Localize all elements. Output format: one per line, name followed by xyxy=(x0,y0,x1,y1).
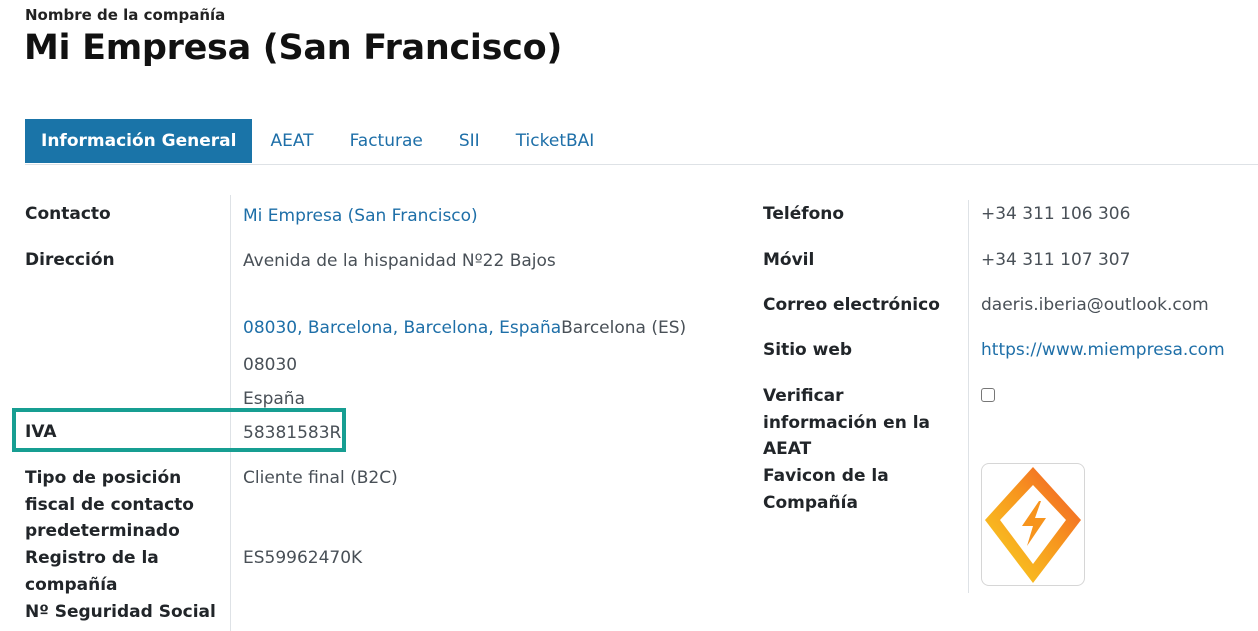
fiscal-position-value[interactable]: Cliente final (B2C) xyxy=(243,465,398,491)
verificar-aeat-label: Verificar información en la AEAT xyxy=(763,383,930,463)
direccion-city-link[interactable]: 08030, Barcelona, Barcelona, España xyxy=(243,318,561,338)
tab-bar: Información General AEAT Facturae SII Ti… xyxy=(25,119,612,163)
tab-ticketbai[interactable]: TicketBAI xyxy=(498,119,613,163)
verificar-aeat-label-line: AEAT xyxy=(763,439,812,459)
lightning-bolt-icon xyxy=(985,467,1081,583)
seguridad-social-label: Nº Seguridad Social xyxy=(25,602,216,622)
verificar-aeat-label-line: Verificar xyxy=(763,386,844,406)
favicon-image[interactable] xyxy=(981,463,1085,586)
favicon-label: Favicon de la Compañía xyxy=(763,463,889,516)
telefono-label: Teléfono xyxy=(763,204,845,224)
sitio-web-link[interactable]: https://www.miempresa.com xyxy=(981,337,1225,363)
registro-label-line: compañía xyxy=(25,574,118,595)
direccion-city-line: 08030, Barcelona, Barcelona, EspañaBarce… xyxy=(243,315,686,341)
tab-divider xyxy=(25,164,1258,165)
company-name-label: Nombre de la compañía xyxy=(25,6,226,24)
direccion-city-state[interactable]: Barcelona (ES) xyxy=(561,318,686,338)
tab-informacion-general[interactable]: Información General xyxy=(25,119,253,163)
verificar-aeat-checkbox[interactable] xyxy=(981,388,995,402)
movil-value[interactable]: +34 311 107 307 xyxy=(981,247,1130,273)
direccion-zip[interactable]: 08030 xyxy=(243,352,297,378)
sitio-web-label: Sitio web xyxy=(763,340,853,360)
telefono-value[interactable]: +34 311 106 306 xyxy=(981,201,1130,227)
contacto-label: Contacto xyxy=(25,204,111,224)
favicon-label-line: Compañía xyxy=(763,492,858,513)
fiscal-position-label: Tipo de posición fiscal de contacto pred… xyxy=(25,465,194,545)
right-column-divider xyxy=(968,200,969,593)
direccion-label: Dirección xyxy=(25,250,115,270)
tab-aeat[interactable]: AEAT xyxy=(252,119,331,163)
correo-value[interactable]: daeris.iberia@outlook.com xyxy=(981,292,1209,318)
fiscal-position-label-line: Tipo de posición xyxy=(25,468,182,488)
fiscal-position-label-line: predeterminado xyxy=(25,521,180,541)
contacto-link[interactable]: Mi Empresa (San Francisco) xyxy=(243,203,478,229)
company-name[interactable]: Mi Empresa (San Francisco) xyxy=(24,28,562,68)
registro-label-line: Registro de la xyxy=(25,548,159,568)
correo-label: Correo electrónico xyxy=(763,295,940,315)
verificar-aeat-label-line: información en la xyxy=(763,412,931,433)
direccion-street[interactable]: Avenida de la hispanidad Nº22 Bajos xyxy=(243,248,556,274)
tab-facturae[interactable]: Facturae xyxy=(332,119,441,163)
registro-label: Registro de la compañía xyxy=(25,545,159,598)
fiscal-position-label-line: fiscal de contacto xyxy=(25,494,194,515)
favicon-label-line: Favicon de la xyxy=(763,466,889,486)
iva-highlight-box xyxy=(12,408,346,452)
movil-label: Móvil xyxy=(763,250,815,270)
tab-sii[interactable]: SII xyxy=(441,119,498,163)
registro-value[interactable]: ES59962470K xyxy=(243,545,362,571)
